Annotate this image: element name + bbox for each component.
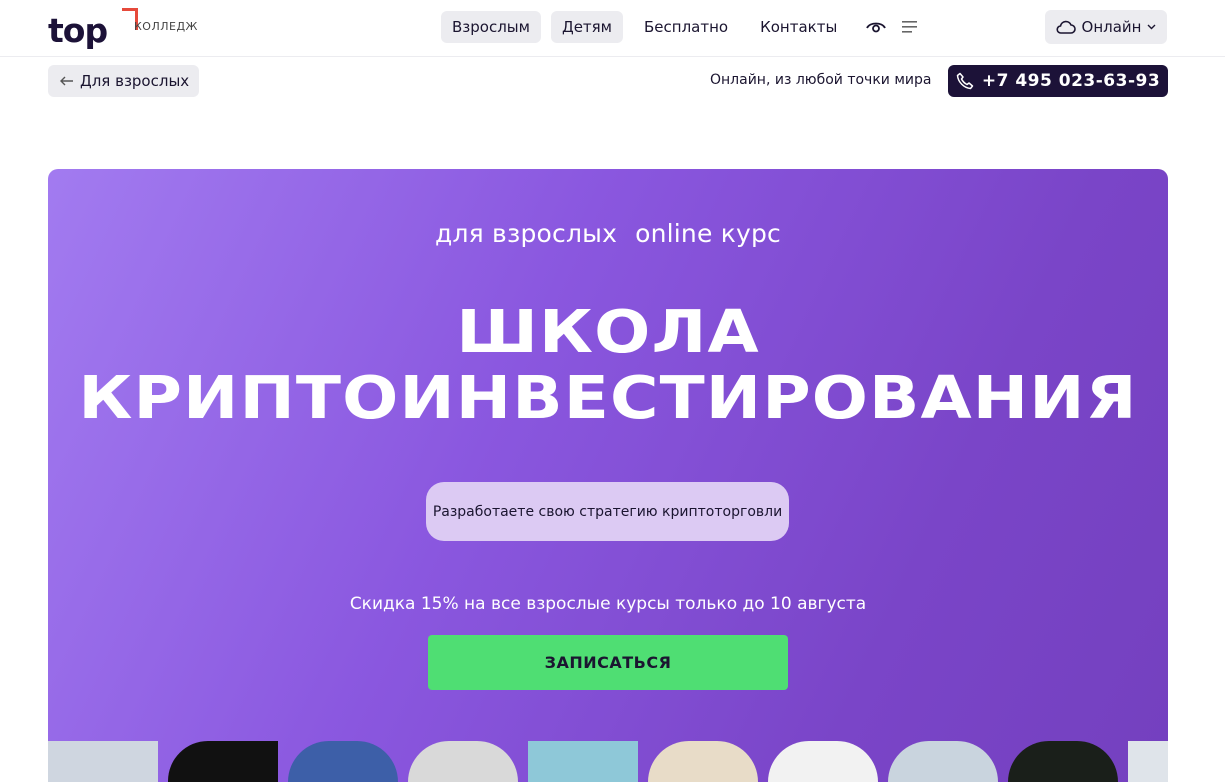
hero-discount-text: Скидка 15% на все взрослые курсы только …: [349, 594, 867, 614]
nav-item-free[interactable]: Бесплатно: [633, 11, 739, 43]
hero-benefit-pill: Разработаете свою стратегию криптоторгов…: [426, 482, 789, 541]
hero-banner: для взрослых online курс ШКОЛА КРИПТОИНВЕ…: [48, 169, 1168, 782]
main-nav: Взрослым Детям Бесплатно Контакты: [441, 11, 926, 43]
strip-image-dark: [168, 741, 278, 782]
format-online-label: Онлайн: [1081, 18, 1142, 36]
hero-title-line-2: КРИПТОИНВЕСТИРОВАНИЯ: [78, 363, 1138, 432]
strip-image-chart-dark: [1008, 741, 1118, 782]
strip-image-gray: [408, 741, 518, 782]
hero-tags: для взрослых online курс: [48, 219, 1168, 248]
phone-button[interactable]: +7 495 023-63-93: [948, 65, 1168, 97]
chevron-down-icon: [1147, 24, 1156, 30]
phone-icon: [956, 72, 974, 90]
course-image-strip: [48, 741, 1168, 782]
nav-item-contacts[interactable]: Контакты: [749, 11, 848, 43]
strip-image-keyboard: [48, 741, 158, 782]
location-text: Онлайн, из любой точки мира: [710, 72, 932, 88]
nav-item-kids[interactable]: Детям: [550, 11, 623, 43]
logo[interactable]: top КОЛЛЕДЖ: [48, 8, 197, 50]
strip-image-calculator: [648, 741, 758, 782]
format-online-dropdown[interactable]: Онлайн: [1045, 10, 1167, 44]
hero-tag-adults: для взрослых: [434, 219, 618, 248]
logo-wordmark: top: [48, 11, 108, 50]
back-button-label: Для взрослых: [80, 72, 190, 90]
strip-image-coin-blue: [288, 741, 398, 782]
back-to-adults-button[interactable]: Для взрослых: [48, 65, 200, 97]
strip-image-silver: [1128, 741, 1168, 782]
cloud-icon: [1055, 20, 1076, 34]
enroll-button[interactable]: ЗАПИСАТЬСЯ: [428, 635, 788, 690]
hero-tag-online: online курс: [635, 219, 782, 248]
phone-number: +7 495 023-63-93: [981, 71, 1161, 91]
strip-image-desk: [768, 741, 878, 782]
arrow-left-icon: [60, 76, 73, 86]
strip-image-hand-coin: [528, 741, 638, 782]
accessibility-eye-icon[interactable]: [860, 11, 892, 43]
strip-image-laptop: [888, 741, 998, 782]
logo-subtitle: КОЛЛЕДЖ: [134, 20, 198, 33]
site-header: top КОЛЛЕДЖ Взрослым Детям Бесплатно Кон…: [0, 0, 1225, 57]
hero-title: ШКОЛА КРИПТОИНВЕСТИРОВАНИЯ: [48, 299, 1168, 431]
nav-item-adults[interactable]: Взрослым: [441, 11, 541, 43]
hero-title-line-1: ШКОЛА: [456, 297, 760, 366]
menu-hamburger-icon[interactable]: [894, 11, 926, 43]
